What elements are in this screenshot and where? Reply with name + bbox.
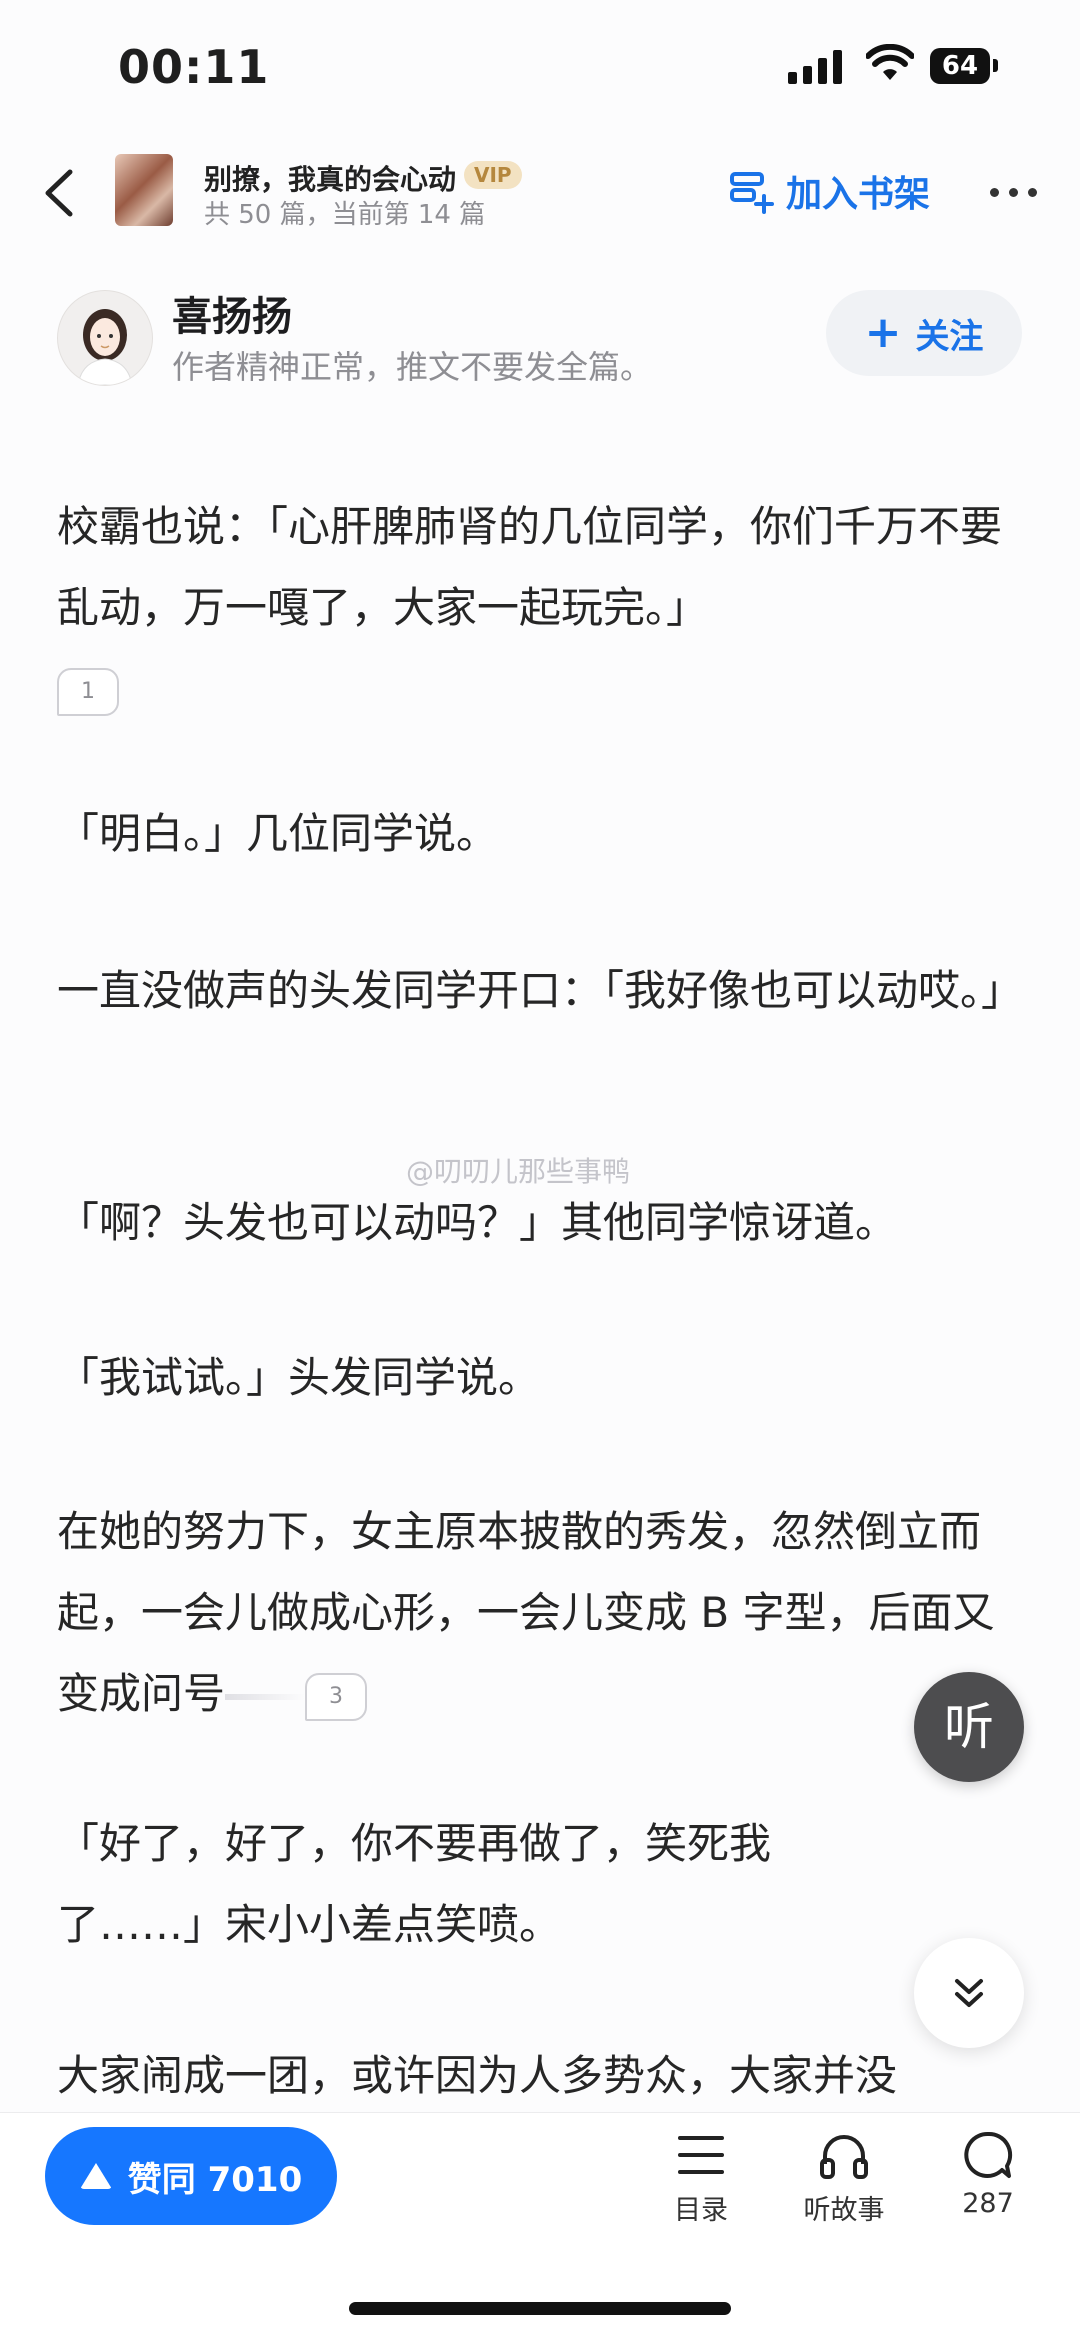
comments-count: 287: [962, 2188, 1014, 2219]
paragraph-text: 在她的努力下，女主原本披散的秀发，忽然倒立而起，一会儿做成心形，一会儿变成 B …: [57, 1507, 995, 1718]
author-name[interactable]: 喜扬扬: [172, 284, 292, 342]
paragraph-text: 校霸也说：「心肝脾肺肾的几位同学，你们千万不要乱动，万一嘎了，大家一起玩完。」: [57, 502, 1003, 632]
paragraph: 在她的努力下，女主原本披散的秀发，忽然倒立而起，一会儿做成心形，一会儿变成 B …: [57, 1491, 1027, 1734]
battery-icon: 64: [930, 48, 990, 84]
menu-list-icon: [678, 2136, 724, 2174]
avatar-illustration: [77, 309, 133, 385]
scroll-down-button[interactable]: [914, 1938, 1024, 2048]
annotation-marker[interactable]: 3: [305, 1672, 368, 1721]
paragraph: 「明白。」几位同学说。: [57, 809, 499, 858]
author-description: 作者精神正常，推文不要发全篇。: [172, 348, 653, 386]
add-to-shelf-label: 加入书架: [786, 174, 931, 215]
book-progress: 共 50 篇，当前第 14 篇: [204, 200, 486, 230]
paragraph: 「啊？头发也可以动吗？」其他同学惊讶道。: [57, 1198, 898, 1247]
annotation-marker[interactable]: 1: [57, 667, 119, 716]
toc-label: 目录: [674, 2195, 728, 2226]
book-title: 别撩，我真的会心动: [204, 163, 457, 196]
signal-icon: [788, 48, 842, 84]
follow-button[interactable]: + 关注: [826, 290, 1022, 376]
back-chevron-icon[interactable]: [40, 168, 80, 218]
upvote-button[interactable]: 赞同 7010: [45, 2127, 337, 2225]
listen-button[interactable]: 听: [914, 1672, 1024, 1782]
comments-button[interactable]: 287: [918, 2128, 1058, 2219]
paragraph: 「我试试。」头发同学说。: [57, 1353, 541, 1402]
upvote-icon: [79, 2163, 112, 2189]
double-chevron-down-icon: [955, 1979, 983, 2007]
paragraph: 「好了，好了，你不要再做了，笑死我了……」宋小小差点笑喷。: [57, 1819, 772, 1949]
watermark: @叨叨儿那些事鸭: [406, 1155, 631, 1188]
comment-bubble-icon: [964, 2131, 1013, 2178]
vip-badge: VIP: [464, 161, 522, 189]
toc-button[interactable]: 目录: [631, 2128, 771, 2227]
listen-story-button[interactable]: 听故事: [774, 2128, 914, 2227]
follow-label: 关注: [915, 316, 984, 357]
add-to-shelf-button[interactable]: 加入书架: [728, 165, 930, 217]
bookshelf-add-icon: [730, 172, 774, 214]
battery-nub: [993, 59, 998, 72]
paragraph: 一直没做声的头发同学开口：「我好像也可以动哎。」: [57, 966, 1024, 1015]
more-options-icon[interactable]: [990, 188, 1037, 197]
headphones-icon: [820, 2135, 868, 2179]
paragraph: 大家闹成一团，或许因为人多势众，大家并没: [57, 2051, 898, 2100]
status-time: 00:11: [118, 40, 270, 94]
annotation-connector: [225, 1693, 306, 1700]
author-avatar[interactable]: [57, 290, 153, 386]
home-indicator[interactable]: [349, 2302, 731, 2315]
plus-icon: +: [864, 307, 902, 358]
paragraph: 校霸也说：「心肝脾肺肾的几位同学，你们千万不要乱动，万一嘎了，大家一起玩完。」 …: [57, 486, 1027, 729]
listen-story-label: 听故事: [803, 2195, 885, 2226]
wifi-icon: [866, 44, 914, 80]
upvote-label: 赞同 7010: [127, 2159, 303, 2200]
book-cover[interactable]: [115, 154, 173, 226]
